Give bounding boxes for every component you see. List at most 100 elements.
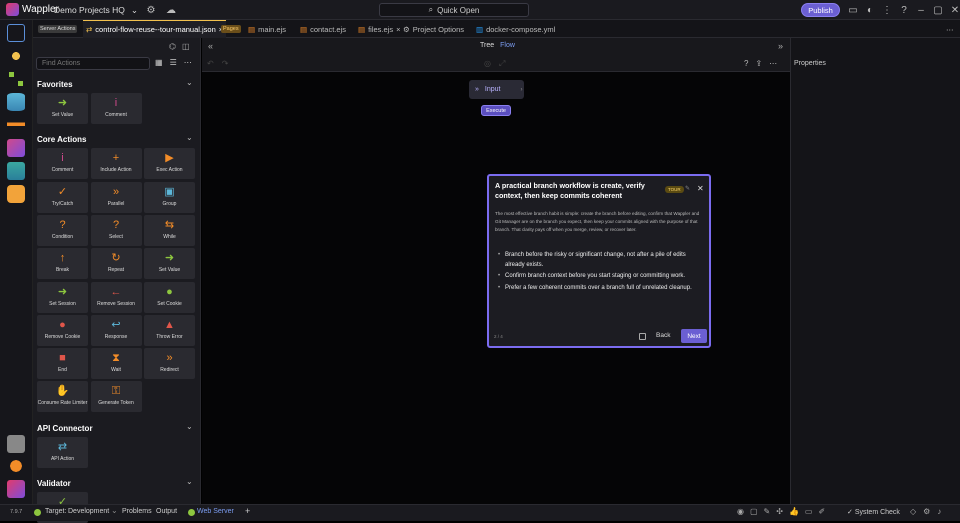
robot-icon[interactable]: ◫ — [182, 42, 190, 51]
back-button[interactable]: Back — [656, 332, 670, 339]
input-node[interactable]: » Input › — [469, 80, 524, 99]
action-tile[interactable]: » Redirect — [144, 348, 195, 380]
action-tile[interactable]: ▲ Throw Error — [144, 314, 195, 346]
chevron-down-icon[interactable]: ⌄ — [186, 78, 193, 87]
action-tile[interactable]: ← Remove Session — [90, 281, 142, 313]
project-selector[interactable]: Demo Projects HQ ⌄ ⚙ ☁ — [54, 3, 178, 17]
action-tile[interactable]: ? Condition — [37, 214, 88, 246]
more-vertical-icon[interactable]: ⋮ — [880, 3, 894, 17]
quick-open-button[interactable]: ⌕ Quick Open — [379, 3, 529, 17]
files-icon[interactable] — [7, 24, 25, 42]
drop-icon[interactable]: ◐ — [863, 3, 877, 17]
settings-icon[interactable]: ⚙ — [923, 507, 930, 516]
eraser-icon[interactable]: ◇ — [910, 507, 916, 516]
tab-files-ejs[interactable]: ▤ files.ejs × — [355, 20, 404, 38]
layers-icon[interactable] — [7, 162, 25, 180]
maximize-icon[interactable]: ▢ — [931, 3, 945, 17]
window-icon[interactable]: ▢ — [750, 507, 758, 516]
robot-icon[interactable] — [7, 185, 25, 203]
redo-icon[interactable]: ↷ — [222, 59, 229, 68]
collapse-right-icon[interactable]: » — [778, 41, 783, 51]
next-button[interactable]: Next — [681, 329, 707, 343]
find-actions-input[interactable]: Find Actions — [36, 57, 150, 70]
output-tab[interactable]: Output — [156, 508, 177, 515]
target-icon[interactable]: ◎ — [484, 59, 491, 69]
action-tile[interactable]: ➜ Set Session — [37, 281, 88, 313]
chevron-down-icon[interactable]: ⌄ — [186, 477, 193, 486]
action-tile[interactable]: ⇄ API Action — [37, 436, 88, 468]
share-icon[interactable]: ⇪ — [755, 59, 762, 68]
tab-docker-compose[interactable]: ▥ docker-compose.yml — [473, 20, 558, 38]
execute-button[interactable]: Execute — [481, 105, 511, 116]
action-tile[interactable]: ▶ Exec Action — [144, 148, 195, 180]
flow-view-tab[interactable]: Flow — [500, 42, 515, 49]
action-tile[interactable]: ↻ Repeat — [90, 248, 142, 280]
tab-project-options[interactable]: ⚙ Project Options — [400, 20, 467, 38]
undo-icon[interactable]: ↶ — [207, 59, 214, 68]
action-tile[interactable]: + Include Action — [90, 148, 142, 180]
settings-icon[interactable] — [7, 457, 25, 475]
add-icon[interactable]: + — [245, 506, 250, 516]
collapse-left-icon[interactable]: « — [208, 41, 213, 51]
tab-control-flow[interactable]: ⇄control-flow-reuse--tour-manual.json× — [83, 20, 227, 38]
close-icon[interactable]: ✕ — [697, 184, 704, 193]
dont-show-checkbox[interactable] — [639, 333, 646, 340]
action-tile[interactable]: ↩ Response — [90, 314, 142, 346]
layout-icon[interactable]: ▭ — [846, 3, 860, 17]
database-icon[interactable] — [7, 93, 25, 111]
like-icon[interactable]: 👍 — [789, 507, 799, 516]
extensions-icon[interactable] — [7, 435, 25, 453]
more-horizontal-icon[interactable]: ⋯ — [769, 59, 777, 68]
action-tile[interactable]: ↑ Break — [37, 248, 88, 280]
list-view-icon[interactable]: ☰ — [170, 58, 177, 67]
minimize-icon[interactable]: – — [914, 3, 928, 17]
bell-icon[interactable]: ♪ — [937, 507, 941, 516]
edit-icon[interactable]: ✎ — [685, 185, 690, 192]
broom-icon[interactable]: ✐ — [818, 507, 825, 516]
action-tile[interactable]: ➜ Set Value — [37, 93, 88, 124]
expand-icon[interactable]: ⤢ — [499, 59, 505, 69]
target-select[interactable]: Development — [68, 508, 109, 515]
record-icon[interactable]: ◉ — [737, 507, 744, 516]
action-tile[interactable]: » Parallel — [90, 181, 142, 213]
action-tile[interactable]: ■ End — [37, 348, 88, 380]
git-icon[interactable] — [7, 47, 25, 65]
action-tile[interactable]: ⇆ While — [144, 214, 195, 246]
pro-icon[interactable] — [7, 480, 25, 498]
cloud-icon[interactable]: ☁ — [164, 3, 178, 17]
tools-icon[interactable]: ✎ — [764, 507, 771, 516]
workflow-icon[interactable] — [7, 70, 25, 88]
chevron-down-icon[interactable]: ⌄ — [111, 506, 118, 515]
gear-icon[interactable]: ⚙ — [144, 3, 158, 17]
publish-button[interactable]: Publish — [801, 3, 840, 17]
tabs-more-button[interactable]: ⋯ — [943, 20, 957, 38]
server-connect-icon[interactable] — [7, 116, 25, 134]
action-tile[interactable]: ▣ Group — [144, 181, 195, 213]
action-tile[interactable]: ? Select — [90, 214, 142, 246]
tree-view-tab[interactable]: Tree — [480, 42, 494, 49]
web-server-tab[interactable]: Web Server — [197, 508, 234, 515]
comment-icon[interactable]: ▭ — [805, 507, 813, 516]
action-tile[interactable]: i Comment — [37, 148, 88, 180]
help-icon[interactable]: ? — [744, 59, 748, 68]
help-icon[interactable]: ? — [897, 3, 911, 17]
network-icon[interactable]: ✣ — [776, 507, 783, 516]
more-horizontal-icon[interactable]: ⋯ — [184, 58, 192, 67]
action-tile[interactable]: ⧗ Wait — [90, 348, 142, 380]
action-tile[interactable]: ✓ Try/Catch — [37, 181, 88, 213]
action-tile[interactable]: i Comment — [90, 93, 142, 124]
action-tile[interactable]: ● Remove Cookie — [37, 314, 88, 346]
action-tile[interactable]: ✋ Consume Rate Limiter — [37, 381, 88, 413]
grid-view-icon[interactable]: ▦ — [155, 58, 163, 67]
chevron-down-icon[interactable]: ⌄ — [186, 133, 193, 142]
action-tile[interactable]: ⚿ Generate Token — [90, 381, 142, 413]
assets-icon[interactable] — [7, 139, 25, 157]
problems-tab[interactable]: Problems — [122, 508, 152, 515]
tab-contact-ejs[interactable]: ▤ contact.ejs — [297, 20, 349, 38]
brain-icon[interactable]: ⌬ — [169, 42, 176, 51]
action-tile[interactable]: ● Set Cookie — [144, 281, 195, 313]
close-icon[interactable]: ✕ — [948, 3, 960, 17]
chevron-down-icon[interactable]: ⌄ — [186, 422, 193, 431]
tab-main-ejs[interactable]: ▤ main.ejs — [245, 20, 289, 38]
system-check-button[interactable]: ✓ System Check — [847, 508, 900, 516]
